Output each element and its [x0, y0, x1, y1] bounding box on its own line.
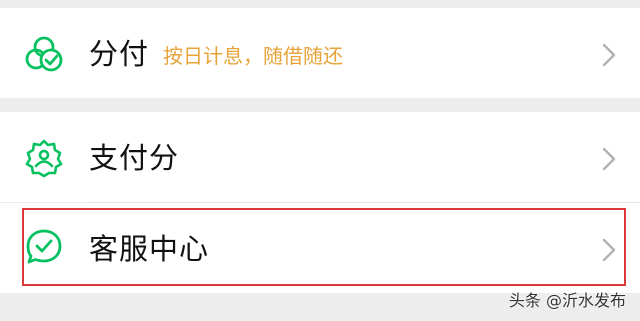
menu-item-fen-fu[interactable]: 分付 按日计息，随借随还	[0, 8, 640, 98]
chevron-right-icon	[602, 43, 616, 67]
menu-item-label: 客服中心	[89, 232, 210, 266]
menu-item-label: 支付分	[89, 141, 180, 175]
top-separator	[0, 0, 640, 8]
chevron-right-icon	[602, 147, 616, 171]
fen-fu-icon	[24, 34, 64, 74]
customer-service-icon	[24, 227, 64, 267]
pay-score-icon	[24, 138, 64, 178]
menu-item-label: 分付	[89, 37, 150, 71]
menu-item-subtitle: 按日计息，随借随还	[163, 44, 343, 68]
menu-item-customer-service[interactable]: 客服中心	[0, 203, 640, 293]
watermark: 头条 @沂水发布	[508, 291, 626, 310]
menu-item-pay-score[interactable]: 支付分	[0, 112, 640, 202]
group-separator	[0, 98, 640, 112]
chevron-right-icon	[602, 238, 616, 262]
